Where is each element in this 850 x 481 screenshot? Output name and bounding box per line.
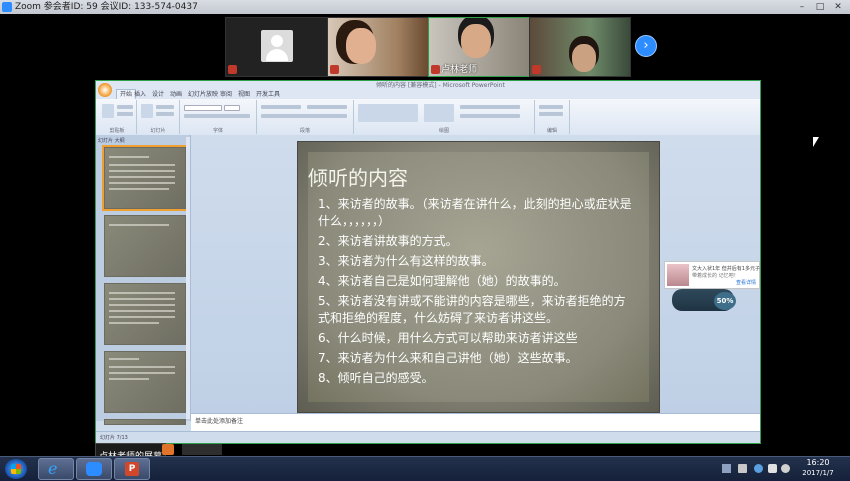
- clock-date: 2017/1/7: [802, 469, 834, 477]
- participant-face: [572, 44, 596, 72]
- slide-bullet: 1、来访者的故事。（来访者在讲什么，此刻的担心或症状是什么，，，，，，）: [318, 197, 632, 228]
- speaker-icon[interactable]: [768, 464, 777, 473]
- zoom-logo-icon: [2, 2, 12, 12]
- ie-icon: e: [48, 459, 58, 478]
- slide-thumbnail[interactable]: [104, 283, 186, 345]
- slides-panel: 幻灯片 大纲: [96, 135, 191, 425]
- ribbon-group-editing[interactable]: 编辑: [535, 100, 570, 134]
- ribbon-group-label: 剪贴板: [109, 128, 125, 134]
- chat-notification-popup[interactable]: 文大入状1年 但并后有1多元子 带着成长的 记忆吧！ 查看详情: [664, 261, 760, 289]
- slide-thumbnail[interactable]: [104, 351, 186, 413]
- shared-screen-powerpoint[interactable]: 倾听的内容 [兼容模式] - Microsoft PowerPoint 开始 插…: [95, 80, 761, 444]
- ribbon: 剪贴板 幻灯片 字体 段落 绘图 编辑: [96, 99, 760, 136]
- slide-counter: 幻灯片 7/13: [100, 435, 128, 441]
- ppt-window-title: 倾听的内容 [兼容模式] - Microsoft PowerPoint: [376, 82, 505, 89]
- tab-developer[interactable]: 开发工具: [256, 90, 280, 99]
- taskbar-clock[interactable]: 16:20 2017/1/7: [792, 457, 844, 478]
- tray-zoom-icon[interactable]: [754, 464, 763, 473]
- tab-view[interactable]: 视图: [238, 90, 250, 99]
- slide-bullet: 4、来访者自己是如何理解他（她）的故事的。: [318, 274, 566, 288]
- zoom-icon: [86, 462, 102, 476]
- taskbar-zoom-button[interactable]: [76, 458, 112, 480]
- tab-review[interactable]: 审阅: [220, 90, 232, 99]
- ribbon-tabs: 开始 插入 设计 动画 幻灯片放映 审阅 视图 开发工具: [96, 89, 760, 99]
- start-button-icon[interactable]: [5, 459, 27, 479]
- maximize-button[interactable]: □: [812, 0, 828, 14]
- ribbon-group-label: 编辑: [546, 128, 557, 134]
- notes-placeholder: 单击此处添加备注: [195, 418, 244, 425]
- muted-mic-icon: [228, 65, 237, 74]
- participant-face: [461, 24, 491, 58]
- tray-network-icon[interactable]: [781, 464, 790, 473]
- slide-body[interactable]: 1、来访者的故事。（来访者在讲什么，此刻的担心或症状是什么，，，，，，） 2、来…: [318, 196, 633, 390]
- ribbon-group-slides[interactable]: 幻灯片: [137, 100, 180, 134]
- slides-panel-scrollbar[interactable]: [186, 137, 190, 419]
- powerpoint-icon: P: [125, 462, 139, 476]
- ribbon-group-label: 段落: [299, 128, 310, 134]
- tab-insert[interactable]: 插入: [134, 90, 146, 99]
- slide-bullet: 8、倾听自己的感受。: [318, 371, 434, 385]
- tab-slideshow[interactable]: 幻灯片放映: [188, 90, 218, 99]
- avatar-placeholder-icon: [261, 30, 293, 62]
- ppt-statusbar: 幻灯片 7/13: [96, 431, 760, 443]
- tray-show-hidden-icon[interactable]: [722, 464, 731, 473]
- slide-bullet: 6、什么时候，用什么方式可以帮助来访者讲这些: [318, 331, 578, 345]
- ribbon-group-font[interactable]: 字体: [180, 100, 257, 134]
- ribbon-group-label: 绘图: [438, 128, 449, 134]
- chat-avatar: [667, 264, 689, 286]
- ribbon-group-label: 字体: [212, 128, 223, 134]
- muted-mic-icon: [532, 65, 541, 74]
- participant-face: [346, 28, 376, 64]
- participant-name: 卢林老师: [441, 65, 478, 75]
- tab-animation[interactable]: 动画: [170, 90, 182, 99]
- tab-home[interactable]: 开始: [116, 89, 137, 99]
- slide-title[interactable]: 倾听的内容: [308, 162, 408, 191]
- slide-thumbnail[interactable]: [104, 215, 186, 277]
- network-percent-badge: 50%: [714, 292, 736, 310]
- slide-bullet: 3、来访者为什么有这样的故事。: [318, 254, 494, 268]
- participant-video-3[interactable]: 卢林老师: [428, 17, 530, 77]
- slide-bullet: 5、来访者没有讲或不能讲的内容是哪些，来访者拒绝的方式和拒绝的程度，什么妨碍了来…: [318, 294, 626, 325]
- chat-message-line: 带着成长的 记忆吧！: [692, 273, 739, 279]
- slides-outline-tabs[interactable]: 幻灯片 大纲: [98, 137, 125, 144]
- office-button-icon[interactable]: [98, 83, 112, 97]
- notes-pane[interactable]: 单击此处添加备注: [191, 413, 760, 432]
- participant-video-1[interactable]: [225, 17, 328, 77]
- window-title: Zoom 参会者ID: 59 会议ID: 133-574-0437: [15, 2, 198, 12]
- share-toolbar-icons[interactable]: [182, 444, 222, 455]
- chat-message-line: 文大入状1年 但并后有1多元子: [692, 266, 760, 272]
- tab-design[interactable]: 设计: [152, 90, 164, 99]
- next-participants-button[interactable]: ›: [635, 35, 657, 57]
- taskbar-powerpoint-button[interactable]: P: [114, 458, 150, 480]
- taskbar-ie-button[interactable]: e: [38, 458, 74, 480]
- close-button[interactable]: ✕: [830, 0, 846, 14]
- slide-thumbnail[interactable]: [104, 419, 186, 425]
- share-controls-icon[interactable]: [162, 444, 174, 455]
- muted-mic-icon: [431, 65, 440, 74]
- clock-time: 16:20: [806, 458, 830, 467]
- tray-display-icon[interactable]: [738, 464, 747, 473]
- participant-video-4[interactable]: [529, 17, 631, 77]
- ribbon-group-clipboard[interactable]: 剪贴板: [98, 100, 137, 134]
- muted-mic-icon: [330, 65, 339, 74]
- participant-video-2[interactable]: [327, 17, 429, 77]
- ppt-titlebar: 倾听的内容 [兼容模式] - Microsoft PowerPoint: [96, 81, 760, 90]
- zoom-titlebar: Zoom 参会者ID: 59 会议ID: 133-574-0437 – □ ✕: [0, 0, 850, 14]
- minimize-button[interactable]: –: [794, 0, 810, 14]
- ribbon-group-drawing[interactable]: 绘图: [354, 100, 535, 134]
- slide-bullet: 2、来访者讲故事的方式。: [318, 234, 458, 248]
- slide-bullet: 7、来访者为什么来和自己讲他（她）这些故事。: [318, 351, 578, 365]
- current-slide[interactable]: 倾听的内容 1、来访者的故事。（来访者在讲什么，此刻的担心或症状是什么，，，，，…: [297, 141, 660, 413]
- chat-details-link[interactable]: 查看详情: [736, 279, 756, 286]
- ribbon-group-label: 幻灯片: [150, 128, 166, 134]
- ribbon-group-paragraph[interactable]: 段落: [257, 100, 354, 134]
- slide-thumbnail[interactable]: [102, 145, 188, 211]
